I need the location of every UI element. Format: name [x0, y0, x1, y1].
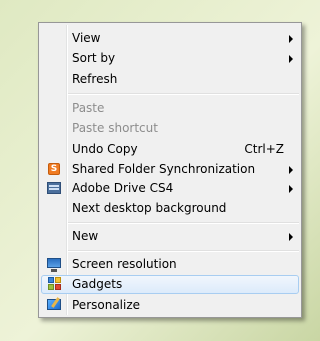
menu-item-label: Personalize — [72, 298, 141, 312]
submenu-arrow-icon — [289, 55, 293, 63]
menu-item-view[interactable]: View — [41, 29, 299, 48]
menu-item-paste-shortcut[interactable]: Paste shortcut — [41, 119, 299, 138]
menu-item-personalize[interactable]: Personalize — [41, 296, 299, 315]
menu-item-label: Gadgets — [72, 277, 123, 291]
submenu-arrow-icon — [289, 185, 293, 193]
menu-item-new[interactable]: New — [41, 227, 299, 246]
menu-item-label: Paste — [72, 101, 105, 115]
menu-item-label: Screen resolution — [72, 257, 177, 271]
menu-item-gadgets[interactable]: Gadgets — [41, 275, 299, 294]
menu-item-label: Undo Copy — [72, 142, 138, 156]
personalize-icon — [47, 299, 61, 310]
menu-item-label: Next desktop background — [72, 201, 227, 215]
menu-item-adobe-drive-cs4[interactable]: Adobe Drive CS4 — [41, 179, 299, 198]
menu-item-paste[interactable]: Paste — [41, 99, 299, 118]
menu-item-label: Refresh — [72, 72, 118, 86]
menu-separator — [68, 93, 299, 95]
submenu-arrow-icon — [289, 35, 293, 43]
menu-separator — [68, 222, 299, 224]
desktop-context-menu: View Sort by Refresh Paste Paste shortcu… — [38, 22, 302, 318]
menu-item-label: Paste shortcut — [72, 121, 158, 135]
menu-separator — [68, 250, 299, 252]
menu-item-shared-folder-synchronization[interactable]: S Shared Folder Synchronization — [41, 160, 299, 179]
gadgets-icon — [48, 277, 62, 291]
menu-item-next-desktop-background[interactable]: Next desktop background — [41, 199, 299, 218]
menu-item-sort-by[interactable]: Sort by — [41, 49, 299, 68]
menu-item-undo-copy[interactable]: Undo Copy Ctrl+Z — [41, 140, 299, 159]
menu-item-label: Sort by — [72, 51, 116, 65]
submenu-arrow-icon — [289, 233, 293, 241]
menu-item-label: View — [72, 31, 101, 45]
adobe-drive-icon — [47, 182, 61, 194]
submenu-arrow-icon — [289, 166, 293, 174]
menu-item-label: Shared Folder Synchronization — [72, 162, 256, 176]
menu-item-screen-resolution[interactable]: Screen resolution — [41, 255, 299, 274]
menu-item-shortcut: Ctrl+Z — [244, 142, 284, 156]
shared-folder-sync-icon: S — [48, 163, 60, 175]
menu-item-label: New — [72, 229, 99, 243]
menu-item-refresh[interactable]: Refresh — [41, 70, 299, 89]
monitor-icon — [47, 258, 61, 272]
menu-item-label: Adobe Drive CS4 — [72, 181, 174, 195]
